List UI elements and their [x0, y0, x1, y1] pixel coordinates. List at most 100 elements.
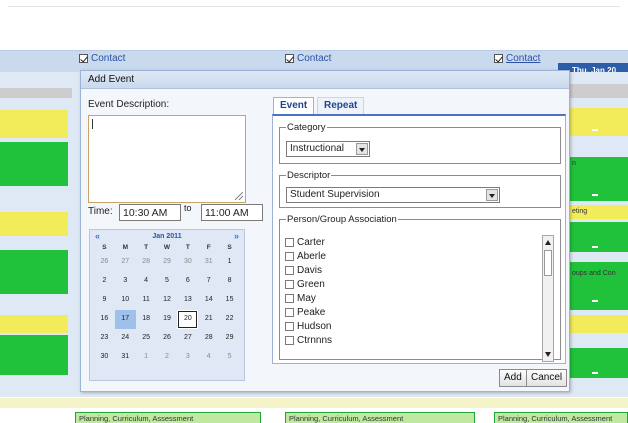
calendar-day[interactable]: 10	[115, 291, 136, 310]
event-block[interactable]	[0, 88, 72, 98]
calendar-day[interactable]: 22	[219, 310, 240, 329]
category-select[interactable]: Instructional	[286, 141, 370, 157]
event-block[interactable]	[0, 212, 68, 236]
calendar-day[interactable]: 19	[157, 310, 178, 329]
calendar-day[interactable]: 31	[198, 253, 219, 272]
calendar-day[interactable]: 2	[157, 348, 178, 367]
calendar-day[interactable]: 30	[94, 348, 115, 367]
calendar-day[interactable]: 2	[94, 272, 115, 291]
calendar-day[interactable]: 30	[177, 253, 198, 272]
calendar-day[interactable]: 5	[157, 272, 178, 291]
calendar-day[interactable]: 28	[198, 329, 219, 348]
checkbox-icon[interactable]	[285, 321, 294, 331]
person-checkbox-item[interactable]: May	[285, 291, 541, 305]
calendar-day[interactable]: 5	[219, 348, 240, 367]
calendar-day[interactable]: 21	[198, 310, 219, 329]
calendar-day[interactable]: 24	[115, 329, 136, 348]
calendar-day[interactable]: 12	[157, 291, 178, 310]
checkbox-icon[interactable]	[285, 293, 294, 303]
calendar-day[interactable]: 9	[94, 291, 115, 310]
calendar-grid: S M T W T F S 26 27 28 29 30 31 1 2 3 4 5 6 7 8 9 10 11 12 13 14 15…	[90, 242, 244, 367]
to-label: to	[184, 203, 192, 213]
calendar-day[interactable]: 28	[136, 253, 157, 272]
event-block[interactable]	[570, 348, 628, 378]
event-block[interactable]	[0, 110, 68, 138]
event-description-textarea[interactable]	[88, 115, 246, 203]
event-block[interactable]	[0, 315, 68, 333]
background-contact-filter-3[interactable]: Contact	[494, 53, 540, 64]
calendar-day[interactable]: 4	[136, 272, 157, 291]
person-list-scrollbar[interactable]	[542, 235, 554, 362]
calendar-day[interactable]: 16	[94, 310, 115, 329]
next-month-button[interactable]: »	[234, 232, 239, 242]
checkbox-icon[interactable]	[79, 54, 88, 63]
checkbox-icon[interactable]	[285, 54, 294, 63]
calendar-day[interactable]: 25	[136, 329, 157, 348]
scroll-up-icon[interactable]	[544, 238, 553, 247]
calendar-day[interactable]: 15	[219, 291, 240, 310]
checkbox-icon[interactable]	[494, 54, 503, 63]
background-contact-filter-1[interactable]: Contact	[79, 53, 125, 64]
calendar-day[interactable]: 29	[219, 329, 240, 348]
checkbox-icon[interactable]	[285, 237, 294, 247]
descriptor-legend: Descriptor	[287, 170, 331, 181]
calendar-day[interactable]: 27	[177, 329, 198, 348]
event-block[interactable]	[0, 335, 68, 375]
checkbox-icon[interactable]	[285, 265, 294, 275]
calendar-day[interactable]: 26	[94, 253, 115, 272]
event-description-label: Event Description:	[88, 99, 170, 110]
calendar-day[interactable]: 18	[136, 310, 157, 329]
calendar-day[interactable]: 8	[219, 272, 240, 291]
calendar-day[interactable]: 23	[94, 329, 115, 348]
calendar-day[interactable]: 29	[157, 253, 178, 272]
background-contact-filter-2[interactable]: Contact	[285, 53, 331, 64]
person-checkbox-item[interactable]: Ctrnnns	[285, 333, 541, 347]
cancel-button[interactable]: Cancel	[526, 369, 568, 387]
person-checkbox-item[interactable]: Davis	[285, 263, 541, 277]
prev-month-button[interactable]: «	[95, 232, 100, 242]
event-block[interactable]	[570, 315, 628, 333]
calendar-day[interactable]: 6	[177, 272, 198, 291]
calendar-day[interactable]: 17	[114, 310, 136, 329]
add-button[interactable]: Add	[499, 369, 527, 387]
calendar-day[interactable]: 11	[136, 291, 157, 310]
person-checkbox-item[interactable]: Peake	[285, 305, 541, 319]
calendar-day[interactable]: 13	[177, 291, 198, 310]
event-bar[interactable]: Planning, Curriculum, Assessment	[75, 412, 261, 423]
event-bar[interactable]: Planning, Curriculum, Assessment	[494, 412, 628, 423]
start-time-input[interactable]: 10:30 AM	[119, 204, 181, 221]
event-block[interactable]	[570, 222, 628, 252]
person-checkbox-item[interactable]: Aberle	[285, 249, 541, 263]
scroll-thumb[interactable]	[544, 250, 552, 276]
event-block[interactable]	[0, 142, 68, 186]
calendar-day[interactable]: 20	[177, 310, 199, 329]
calendar-day[interactable]: 31	[115, 348, 136, 367]
tab-repeat[interactable]: Repeat	[317, 97, 365, 114]
person-checkbox-item[interactable]: Green	[285, 277, 541, 291]
event-block[interactable]	[570, 108, 628, 136]
calendar-day[interactable]: 1	[136, 348, 157, 367]
person-checkbox-item[interactable]: Hudson	[285, 319, 541, 333]
calendar-day[interactable]: 14	[198, 291, 219, 310]
end-time-input[interactable]: 11:00 AM	[201, 204, 263, 221]
checkbox-icon[interactable]	[285, 279, 294, 289]
calendar-day[interactable]: 26	[157, 329, 178, 348]
event-block[interactable]	[0, 250, 68, 294]
descriptor-select[interactable]: Student Supervision	[286, 187, 500, 203]
calendar-day[interactable]: 7	[198, 272, 219, 291]
calendar-day[interactable]: 3	[177, 348, 198, 367]
checkbox-icon[interactable]	[285, 335, 294, 345]
calendar-day[interactable]: 4	[198, 348, 219, 367]
calendar-day[interactable]: 3	[115, 272, 136, 291]
person-checkbox-item[interactable]: Carter	[285, 235, 541, 249]
scroll-down-icon[interactable]	[544, 350, 553, 359]
person-label: Carter	[297, 236, 325, 248]
event-bar[interactable]: Planning, Curriculum, Assessment	[285, 412, 475, 423]
event-block[interactable]	[570, 84, 628, 98]
event-block[interactable]	[570, 157, 628, 201]
checkbox-icon[interactable]	[285, 251, 294, 261]
calendar-day[interactable]: 27	[115, 253, 136, 272]
checkbox-icon[interactable]	[285, 307, 294, 317]
calendar-day[interactable]: 1	[219, 253, 240, 272]
tab-event[interactable]: Event	[273, 97, 315, 114]
